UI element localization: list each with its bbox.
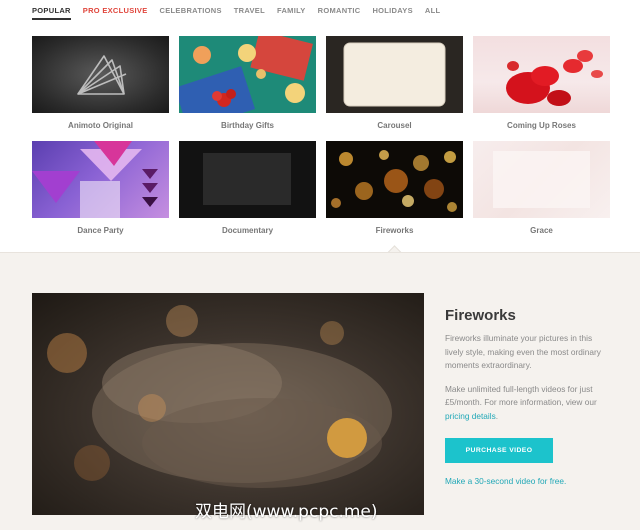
style-description: Fireworks illuminate your pictures in th… bbox=[445, 333, 601, 370]
style-label: Animoto Original bbox=[68, 121, 133, 130]
tab-romantic[interactable]: ROMANTIC bbox=[318, 6, 361, 20]
style-label: Carousel bbox=[377, 121, 412, 130]
thumbnail bbox=[473, 141, 610, 218]
rose-petals-icon bbox=[506, 50, 603, 106]
pricing-details-link[interactable]: pricing details bbox=[445, 411, 496, 421]
tab-celebrations[interactable]: CELEBRATIONS bbox=[160, 6, 222, 20]
style-card-dance-party[interactable]: Dance Party bbox=[32, 141, 169, 235]
style-label: Fireworks bbox=[375, 226, 414, 235]
grace-frame-icon bbox=[493, 151, 590, 208]
animoto-logo-icon bbox=[77, 55, 127, 95]
style-card-birthday-gifts[interactable]: Birthday Gifts bbox=[179, 36, 316, 130]
purchase-video-button[interactable]: PURCHASE VIDEO bbox=[445, 438, 553, 463]
style-card-grace[interactable]: Grace bbox=[473, 141, 610, 235]
pricing-period: . bbox=[495, 410, 499, 421]
tab-pro-exclusive[interactable]: PRO EXCLUSIVE bbox=[83, 6, 148, 20]
style-title: Fireworks bbox=[445, 307, 516, 324]
style-card-carousel[interactable]: Carousel bbox=[326, 36, 463, 130]
pricing-text: Make unlimited full-length videos for ju… bbox=[445, 383, 610, 424]
thumbnail bbox=[326, 36, 463, 113]
tab-travel[interactable]: TRAVEL bbox=[234, 6, 265, 20]
style-label: Coming Up Roses bbox=[507, 121, 576, 130]
free-video-link[interactable]: Make a 30-second video for free. bbox=[445, 476, 610, 486]
thumbnail bbox=[179, 141, 316, 218]
style-label: Birthday Gifts bbox=[221, 121, 274, 130]
style-card-fireworks[interactable]: Fireworks bbox=[326, 141, 463, 235]
style-card-documentary[interactable]: Documentary bbox=[179, 141, 316, 235]
thumbnail bbox=[179, 36, 316, 113]
documentary-frame-icon bbox=[203, 153, 291, 205]
thumbnail bbox=[326, 141, 463, 218]
birthday-decorations-icon bbox=[179, 36, 313, 113]
thumbnail bbox=[32, 36, 169, 113]
tab-holidays[interactable]: HOLIDAYS bbox=[372, 6, 412, 20]
style-detail-panel: Fireworks Fireworks illuminate your pict… bbox=[0, 252, 640, 530]
fireworks-bokeh-icon bbox=[331, 150, 457, 212]
tab-family[interactable]: FAMILY bbox=[277, 6, 306, 20]
video-frame-hands bbox=[47, 305, 392, 488]
triangles-pattern-icon bbox=[32, 141, 158, 218]
site-watermark: 双电网(www.pcpc.me) bbox=[195, 502, 378, 522]
preview-video[interactable] bbox=[32, 293, 424, 515]
style-card-animoto-original[interactable]: Animoto Original bbox=[32, 36, 169, 130]
thumbnail bbox=[32, 141, 169, 218]
thumbnail bbox=[473, 36, 610, 113]
category-tabs: POPULAR PRO EXCLUSIVE CELEBRATIONS TRAVE… bbox=[32, 6, 452, 20]
style-label: Grace bbox=[530, 226, 553, 235]
style-info: Fireworks Fireworks illuminate your pict… bbox=[445, 307, 610, 486]
tab-popular[interactable]: POPULAR bbox=[32, 6, 71, 20]
style-card-coming-up-roses[interactable]: Coming Up Roses bbox=[473, 36, 610, 130]
tab-all[interactable]: ALL bbox=[425, 6, 440, 20]
style-label: Documentary bbox=[221, 226, 274, 235]
carousel-frame-icon bbox=[343, 42, 446, 107]
pricing-sentence: Make unlimited full-length videos for ju… bbox=[445, 383, 597, 408]
style-label: Dance Party bbox=[77, 226, 124, 235]
